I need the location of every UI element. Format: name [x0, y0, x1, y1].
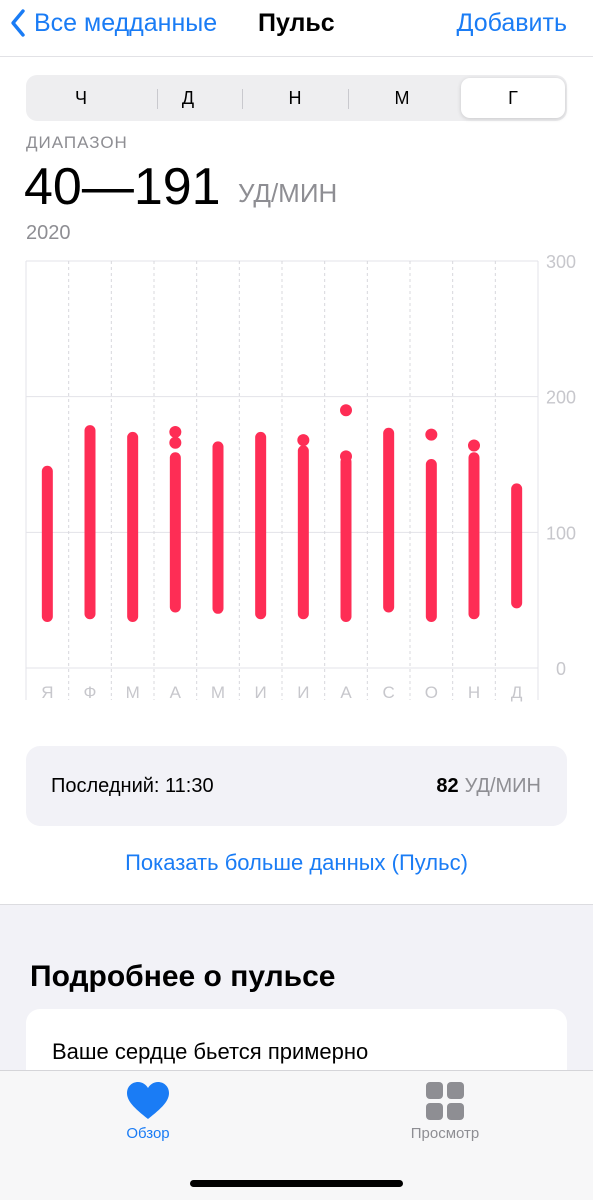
- y-tick-label: 0: [556, 659, 566, 679]
- x-tick-label: И: [255, 683, 267, 702]
- latest-time-label: Последний: 11:30: [51, 775, 214, 797]
- latest-value: 82 УД/МИН: [436, 775, 541, 798]
- x-tick-label: О: [425, 683, 438, 702]
- x-tick-label: Ф: [84, 683, 97, 702]
- range-point: [169, 436, 182, 449]
- heart-rate-chart[interactable]: 300 200 100 0 Я Ф М А М И И А С О Н Д: [0, 250, 593, 705]
- latest-bpm-number: 82: [436, 775, 459, 797]
- latest-bpm-unit: УД/МИН: [464, 775, 541, 797]
- add-button[interactable]: Добавить: [457, 9, 568, 38]
- segment-hour[interactable]: Ч: [29, 78, 133, 118]
- latest-reading-card[interactable]: Последний: 11:30 82 УД/МИН: [26, 746, 567, 826]
- x-tick-label: Н: [468, 683, 480, 702]
- segment-year[interactable]: Г: [461, 78, 565, 118]
- tab-summary-label: Обзор: [126, 1125, 170, 1142]
- segment-day[interactable]: Д: [136, 78, 240, 118]
- range-value: 40—191: [24, 158, 221, 216]
- show-more-data-link[interactable]: Показать больше данных (Пульс): [0, 850, 593, 876]
- range-unit: УД/МИН: [238, 178, 338, 208]
- period-segmented-control: Ч Д Н М Г: [26, 75, 567, 121]
- range-point: [468, 439, 480, 452]
- tab-summary[interactable]: Обзор: [78, 1081, 218, 1142]
- navigation-bar: Все медданные Пульс Добавить: [0, 0, 593, 52]
- range-point: [425, 428, 438, 441]
- x-tick-label: А: [340, 683, 352, 702]
- x-tick-label: М: [126, 683, 140, 702]
- back-button[interactable]: Все медданные: [10, 6, 217, 40]
- about-text: Ваше сердце бьется примерно: [52, 1039, 369, 1064]
- x-tick-label: Д: [511, 683, 523, 702]
- range-label: ДИАПАЗОН: [26, 133, 128, 152]
- range-period: 2020: [26, 222, 71, 244]
- x-tick-label: М: [211, 683, 225, 702]
- y-tick-label: 200: [546, 388, 576, 408]
- tab-browse-label: Просмотр: [410, 1125, 480, 1142]
- range-point: [297, 434, 310, 447]
- tab-browse[interactable]: Просмотр: [375, 1081, 515, 1142]
- heart-icon: [127, 1082, 169, 1119]
- y-tick-label: 100: [546, 523, 576, 543]
- range-point: [340, 404, 352, 417]
- segment-week[interactable]: Н: [243, 78, 347, 118]
- about-title: Подробнее о пульсе: [30, 960, 336, 993]
- segment-month[interactable]: М: [350, 78, 454, 118]
- x-tick-label: С: [383, 683, 395, 702]
- back-button-label: Все медданные: [34, 8, 218, 37]
- page-title: Пульс: [258, 9, 335, 37]
- range-point: [169, 425, 182, 438]
- x-tick-label: Я: [41, 683, 53, 702]
- y-tick-label: 300: [546, 252, 576, 272]
- home-indicator: [190, 1180, 403, 1187]
- segment-divider: [348, 89, 349, 109]
- nav-divider: [0, 56, 593, 57]
- x-tick-label: И: [297, 683, 309, 702]
- grid-icon: [426, 1082, 464, 1120]
- chevron-left-icon: [11, 9, 25, 37]
- x-tick-label: А: [170, 683, 182, 702]
- range-point: [340, 450, 352, 463]
